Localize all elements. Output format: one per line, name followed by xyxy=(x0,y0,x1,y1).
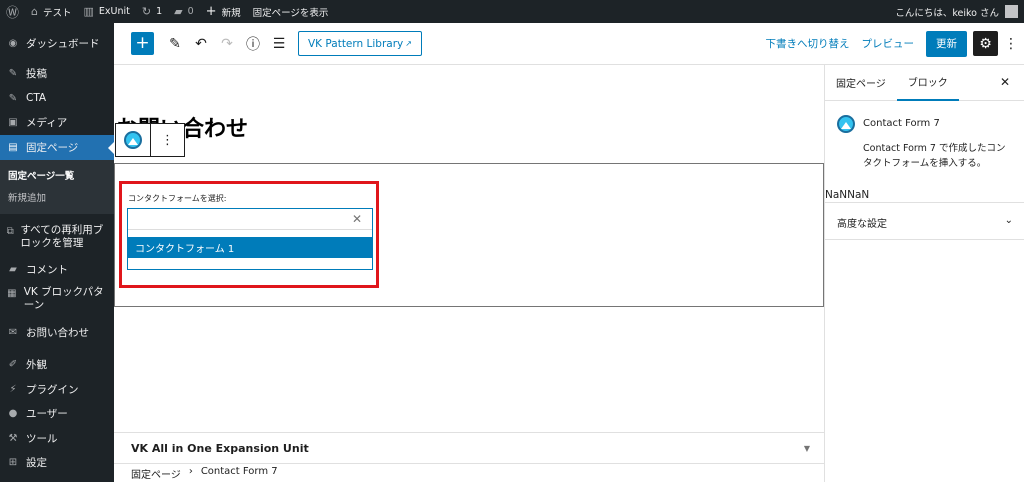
breadcrumb-item[interactable]: 固定ページ xyxy=(131,466,181,481)
contact-form-block[interactable]: コンタクトフォームを選択: ✕ コンタクトフォーム 1 xyxy=(114,163,824,307)
site-name-link[interactable]: ⌂ テスト xyxy=(25,0,78,23)
admin-sidebar: ◉ ダッシュボード ✎ 投稿 ✎ CTA ▣ メディア ▤ 固定ページ 固定ページ一覧 新… xyxy=(0,23,114,482)
chevron-right-icon: › xyxy=(188,466,193,477)
brush-icon: ✐ xyxy=(8,359,18,371)
settings-toggle-button[interactable]: ⚙ xyxy=(973,31,998,56)
view-page-link[interactable]: 固定ページを表示 xyxy=(247,0,335,23)
divider xyxy=(825,202,1024,203)
more-options-icon: ⋮ xyxy=(161,132,174,148)
plugin-icon: ⚡ xyxy=(9,383,17,395)
tab-page[interactable]: 固定ページ xyxy=(825,65,897,101)
home-icon: ⌂ xyxy=(31,5,38,18)
page-icon: ▤ xyxy=(8,141,18,153)
divider xyxy=(825,239,1024,240)
comment-icon: ▰ xyxy=(9,264,17,276)
pages-submenu: 固定ページ一覧 新規追加 xyxy=(0,159,114,214)
nan-text: NaNNaN xyxy=(825,189,870,201)
sidebar-item-tools[interactable]: ⚒ ツール xyxy=(0,426,114,451)
submenu-pages-all[interactable]: 固定ページ一覧 xyxy=(0,164,114,186)
sidebar-item-appearance[interactable]: ✐ 外観 xyxy=(0,353,114,378)
contact-form-option[interactable]: コンタクトフォーム 1 xyxy=(128,237,372,258)
plus-icon: + xyxy=(135,33,150,53)
breadcrumb-item[interactable]: Contact Form 7 xyxy=(201,466,278,481)
block-card: Contact Form 7 Contact Form 7 で作成したコンタクト… xyxy=(825,101,1024,171)
editor-header: + ✎ ↶ ↷ ⓘ ☰ VK Pattern Library ↗ 下書きへ切り替… xyxy=(114,23,1024,65)
contact-form-7-icon xyxy=(124,131,142,149)
pin-icon: ✎ xyxy=(8,68,18,80)
gear-icon: ⚙ xyxy=(979,35,992,52)
triangle-down-icon[interactable]: ▼ xyxy=(804,444,810,453)
media-icon: ▣ xyxy=(8,117,18,129)
redo-icon[interactable]: ↷ xyxy=(214,36,240,52)
user-icon: ● xyxy=(8,408,18,420)
new-content-link[interactable]: + 新規 xyxy=(200,0,247,23)
preview-button[interactable]: プレビュー xyxy=(862,36,915,51)
sidebar-item-media[interactable]: ▣ メディア xyxy=(0,111,114,136)
pen-icon[interactable]: ✎ xyxy=(162,36,188,52)
panel-tabs: 固定ページ ブロック ✕ xyxy=(825,65,1024,101)
undo-icon[interactable]: ↶ xyxy=(188,36,214,52)
clear-icon[interactable]: ✕ xyxy=(352,212,362,226)
reusable-block-icon: ⧉ xyxy=(6,225,14,237)
admin-bar: Ⓦ ⌂ テスト ▥ ExUnit ↻ 1 ▰ 0 + 新規 固定ページを表示 こんにちは、… xyxy=(0,0,1024,23)
tab-block[interactable]: ブロック xyxy=(896,65,959,101)
sidebar-item-settings[interactable]: ⊞ 設定 xyxy=(0,451,114,476)
submenu-pages-new[interactable]: 新規追加 xyxy=(0,186,114,208)
pin-icon: ✎ xyxy=(8,92,18,104)
avatar[interactable] xyxy=(1005,5,1018,18)
editor-canvas: お問い合わせ ⋮ コンタクトフォームを選択: ✕ コンタクトフォーム 1 VK … xyxy=(114,65,824,482)
block-options-button[interactable]: ⋮ xyxy=(150,124,184,156)
wordpress-logo-button[interactable]: Ⓦ xyxy=(0,0,25,23)
settings-sidebar: 固定ページ ブロック ✕ Contact Form 7 Contact Form… xyxy=(824,65,1024,482)
wordpress-icon: Ⓦ xyxy=(6,6,20,21)
sidebar-item-cta[interactable]: ✎ CTA xyxy=(0,86,114,111)
sidebar-item-posts[interactable]: ✎ 投稿 xyxy=(0,62,114,87)
comments-link[interactable]: ▰ 0 xyxy=(168,0,200,23)
update-button[interactable]: 更新 xyxy=(926,30,967,57)
grid-icon: ▦ xyxy=(7,288,17,299)
greeting-link[interactable]: こんにちは、keiko さん xyxy=(895,5,999,19)
breadcrumb: 固定ページ › Contact Form 7 xyxy=(131,466,278,481)
sidebar-item-users[interactable]: ● ユーザー xyxy=(0,402,114,427)
advanced-settings-toggle[interactable]: 高度な設定 ⌄ xyxy=(837,215,1013,230)
meta-box-header[interactable]: VK All in One Expansion Unit ▼ xyxy=(114,432,824,464)
add-block-button[interactable]: + xyxy=(131,32,154,55)
sidebar-item-dashboard[interactable]: ◉ ダッシュボード xyxy=(0,31,114,56)
block-type-button[interactable] xyxy=(116,124,150,156)
sidebar-item-plugins[interactable]: ⚡ プラグイン xyxy=(0,377,114,402)
updates-link[interactable]: ↻ 1 xyxy=(136,0,168,23)
external-link-icon: ↗ xyxy=(405,39,412,48)
dashboard-icon: ◉ xyxy=(8,37,18,49)
contact-form-combobox[interactable]: ✕ コンタクトフォーム 1 xyxy=(127,208,373,270)
info-icon[interactable]: ⓘ xyxy=(240,34,266,54)
block-card-title: Contact Form 7 xyxy=(863,118,940,129)
switch-to-draft-button[interactable]: 下書きへ切り替え xyxy=(766,36,850,51)
vk-pattern-library-button[interactable]: VK Pattern Library ↗ xyxy=(298,31,422,56)
plus-icon: + xyxy=(205,4,217,19)
more-options-icon[interactable]: ⋮ xyxy=(1002,36,1020,52)
sidebar-item-vk-patterns[interactable]: ▦ VK ブロックパターン xyxy=(0,282,114,320)
contact-form-search-input[interactable]: ✕ xyxy=(128,209,372,230)
comment-icon: ▰ xyxy=(174,5,183,18)
customize-link[interactable]: ▥ ExUnit xyxy=(78,0,136,23)
sidebar-item-contact[interactable]: ✉ お問い合わせ xyxy=(0,320,114,345)
block-card-description: Contact Form 7 で作成したコンタクトフォームを挿入する。 xyxy=(863,143,1006,169)
chevron-down-icon: ⌄ xyxy=(1004,215,1013,226)
sidebar-item-pages[interactable]: ▤ 固定ページ xyxy=(0,135,114,160)
mail-icon: ✉ xyxy=(8,326,18,338)
settings-icon: ⊞ xyxy=(8,457,18,469)
sidebar-item-comments[interactable]: ▰ コメント xyxy=(0,258,114,283)
highlight-box: コンタクトフォームを選択: ✕ コンタクトフォーム 1 xyxy=(119,181,379,288)
block-toolbar: ⋮ xyxy=(115,123,185,157)
contact-form-7-icon xyxy=(837,115,855,133)
contact-form-select-label: コンタクトフォームを選択: xyxy=(128,194,227,203)
wrench-icon: ⚒ xyxy=(8,432,18,444)
list-view-icon[interactable]: ☰ xyxy=(266,36,292,52)
updates-icon: ↻ xyxy=(141,5,152,18)
close-icon[interactable]: ✕ xyxy=(1000,75,1010,89)
customize-icon: ▥ xyxy=(83,5,94,18)
sidebar-item-reusable-blocks[interactable]: ⧉ すべての再利用ブロックを管理 xyxy=(0,220,114,258)
